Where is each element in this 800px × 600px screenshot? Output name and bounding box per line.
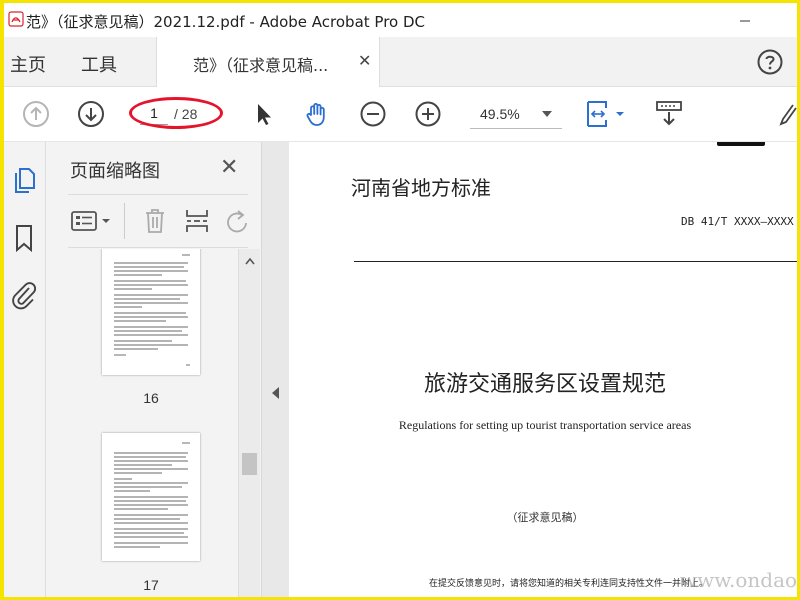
panel-title: 页面缩略图 [70,161,160,182]
document-title-en: Regulations for setting up tourist trans… [398,418,692,432]
plus-circle-icon[interactable] [413,99,443,129]
page-thumbnail[interactable] [102,249,200,375]
pen-icon[interactable] [777,99,797,129]
bookmark-icon[interactable] [8,222,40,254]
panel-toolbar [68,194,248,248]
page-top-mark [717,142,765,146]
collapse-panel-icon[interactable] [272,387,279,399]
pdf-page: 河南省地方标准 DB 41/T XXXX—XXXX 旅游交通服务区设置规范 Re… [289,142,797,597]
toolbar: 1 / 28 49.5% [4,87,797,142]
standard-code: DB 41/T XXXX—XXXX [681,215,794,228]
page-thumbnail[interactable] [102,433,200,561]
left-rail [4,142,46,597]
tab-document[interactable]: 范》（征求意见稿... ✕ [156,37,380,87]
acrobat-logo-icon [8,11,24,27]
watermark-text: www.ondao.com [680,568,797,592]
attachment-icon[interactable] [8,278,40,310]
standard-name: 河南省地方标准 [351,176,491,200]
thumbnail-scrollbar[interactable] [238,249,260,597]
title-bar: 范》（征求意见稿）2021.12.pdf - Adobe Acrobat Pro… [4,3,797,37]
document-tab-label: 范》（征求意见稿... [193,56,329,75]
tab-home[interactable]: 主页 [10,51,46,77]
fit-page-icon[interactable] [582,99,630,129]
footer-note: 在提交反馈意见时，请将您知道的相关专利连同支持性文件一并附上。 [429,579,709,589]
minimize-icon[interactable] [730,12,760,30]
toolbar-divider [124,203,125,239]
document-title-cn: 旅游交通服务区设置规范 [423,372,666,397]
close-tab-icon[interactable]: ✕ [358,51,371,71]
hand-icon[interactable] [302,99,332,129]
tab-bar: 主页 工具 范》（征求意见稿... ✕ [4,37,797,87]
window-title: 范》（征求意见稿）2021.12.pdf - Adobe Acrobat Pro… [26,13,425,31]
thumbnail-page-number: 17 [143,577,159,593]
red-annotation-circle [129,97,223,129]
help-icon[interactable] [756,48,784,76]
thumbnail-content [114,254,190,366]
insert-page-icon[interactable] [184,207,210,235]
cursor-arrow-icon[interactable] [249,99,279,129]
draft-label: （征求意见稿） [506,511,584,524]
scroll-mode-icon[interactable] [654,99,684,129]
thumbnail-list: 16 17 [46,249,238,597]
header-rule [354,261,797,262]
acrobat-window: 范》（征求意见稿）2021.12.pdf - Adobe Acrobat Pro… [4,3,797,597]
page-thumbnails-icon[interactable] [8,164,40,196]
scrollbar-thumb[interactable] [242,453,257,475]
arrow-up-circle-icon[interactable] [21,99,51,129]
thumbnail-content [114,442,190,548]
scroll-up-icon[interactable] [245,257,255,265]
arrow-down-circle-icon[interactable] [76,99,106,129]
thumbnail-page-number: 16 [143,390,159,406]
chevron-down-icon [542,111,552,117]
tab-tools[interactable]: 工具 [81,51,117,77]
rotate-icon[interactable] [224,207,248,235]
document-viewer: 河南省地方标准 DB 41/T XXXX—XXXX 旅游交通服务区设置规范 Re… [262,142,797,597]
minus-circle-icon[interactable] [358,99,388,129]
zoom-dropdown[interactable]: 49.5% [470,101,562,129]
trash-icon[interactable] [142,207,168,235]
close-panel-icon[interactable]: ✕ [220,154,238,180]
options-menu-icon[interactable] [70,209,114,233]
thumbnails-panel: 页面缩略图 ✕ 16 17 [46,142,262,597]
zoom-value: 49.5% [480,106,520,122]
